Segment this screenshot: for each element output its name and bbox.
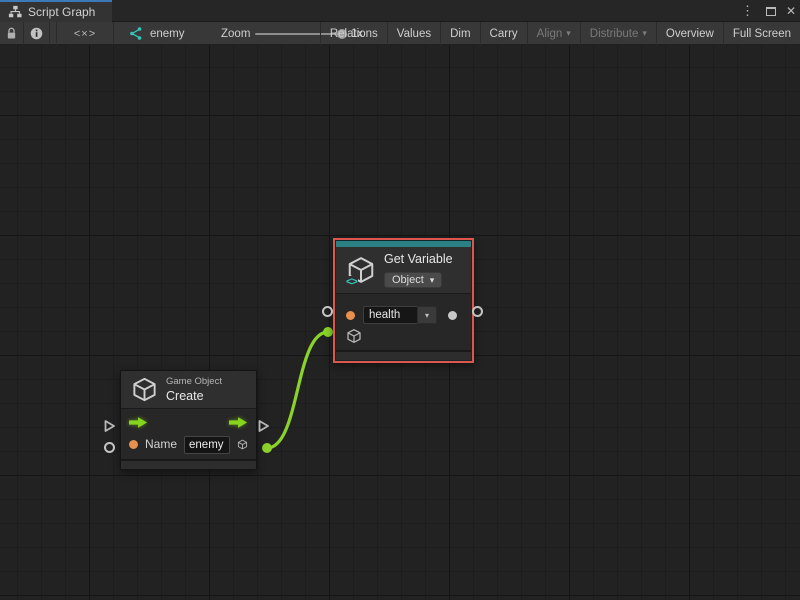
lock-button[interactable] [0, 22, 24, 45]
toolbar-button-dim[interactable]: Dim [440, 22, 479, 45]
title-bar: Script Graph ⋮ ✕ [0, 0, 800, 22]
variable-name-dropdown[interactable]: ▾ [417, 306, 437, 324]
name-input[interactable] [184, 436, 230, 454]
maximize-icon[interactable] [766, 7, 776, 16]
toolbar-button-distribute: Distribute ▾ [580, 22, 656, 45]
create-name-input-port[interactable] [104, 442, 115, 453]
param-label: Name [145, 437, 177, 451]
create-flow-output-port[interactable] [257, 419, 270, 433]
padlock-icon [6, 27, 17, 40]
gameobject-input-cube-icon[interactable] [346, 328, 362, 344]
get-variable-right-port[interactable] [472, 306, 483, 317]
current-graph-button[interactable]: enemy [128, 22, 185, 45]
graph-name: enemy [150, 28, 185, 40]
toolbar-button-relations[interactable]: Relations [320, 22, 387, 45]
code-preview-toggle[interactable]: <×> [56, 22, 114, 45]
variable-code-icon: <> [345, 276, 358, 288]
script-graph-asset-icon [128, 26, 143, 41]
flow-input-arrow-icon[interactable] [129, 416, 148, 429]
info-button[interactable] [24, 22, 50, 45]
flow-output-arrow-icon[interactable] [229, 416, 248, 429]
code-toggle-icon: <×> [74, 28, 96, 40]
chevron-down-icon: ▾ [642, 28, 647, 39]
window-menu-icon[interactable]: ⋮ [739, 3, 756, 19]
gameobject-output-cube-icon[interactable] [237, 436, 248, 453]
chevron-down-icon: ▾ [430, 275, 435, 286]
get-variable-left-port[interactable] [322, 306, 333, 317]
node-category: Game Object [166, 376, 222, 387]
node-title: Create [166, 389, 222, 403]
value-connection-wire[interactable] [267, 332, 328, 448]
node-header[interactable]: Game Object Create [121, 371, 256, 408]
connection-endpoint-target[interactable] [323, 327, 333, 337]
script-graph-window: Script Graph ⋮ ✕ <×> [0, 0, 800, 600]
close-icon[interactable]: ✕ [786, 4, 796, 18]
toolbar-button-align: Align ▾ [527, 22, 580, 45]
node-game-object-create[interactable]: Game Object Create Name [120, 370, 257, 470]
graph-toolbar: <×> enemy Zoom 1x Relations [0, 22, 800, 45]
graph-hierarchy-icon [8, 5, 22, 19]
value-output-port-dot[interactable] [448, 311, 457, 320]
node-header[interactable]: <> Get Variable Object ▾ [336, 247, 471, 293]
tab-title: Script Graph [28, 5, 95, 19]
node-footer [121, 459, 256, 469]
game-object-cube-icon [131, 376, 158, 403]
variable-name-input[interactable] [363, 306, 417, 324]
chevron-down-icon: ▾ [566, 28, 571, 39]
toolbar-button-overview[interactable]: Overview [656, 22, 723, 45]
create-flow-input-port[interactable] [103, 419, 116, 433]
graph-canvas[interactable]: Game Object Create Name [0, 45, 800, 600]
zoom-label: Zoom [221, 22, 250, 45]
variable-scope-dropdown[interactable]: Object ▾ [384, 272, 442, 288]
toolbar-button-fullscreen[interactable]: Full Screen [723, 22, 800, 45]
node-footer [336, 350, 471, 360]
value-input-port-dot[interactable] [129, 440, 138, 449]
info-circle-icon [30, 27, 43, 40]
connection-endpoint-source[interactable] [262, 443, 272, 453]
variable-name-input-port-dot[interactable] [346, 311, 355, 320]
toolbar-button-values[interactable]: Values [387, 22, 440, 45]
node-title: Get Variable [384, 252, 453, 266]
toolbar-button-carry[interactable]: Carry [480, 22, 527, 45]
node-get-variable[interactable]: <> Get Variable Object ▾ ▾ [333, 238, 474, 363]
tab-script-graph[interactable]: Script Graph [0, 0, 112, 22]
